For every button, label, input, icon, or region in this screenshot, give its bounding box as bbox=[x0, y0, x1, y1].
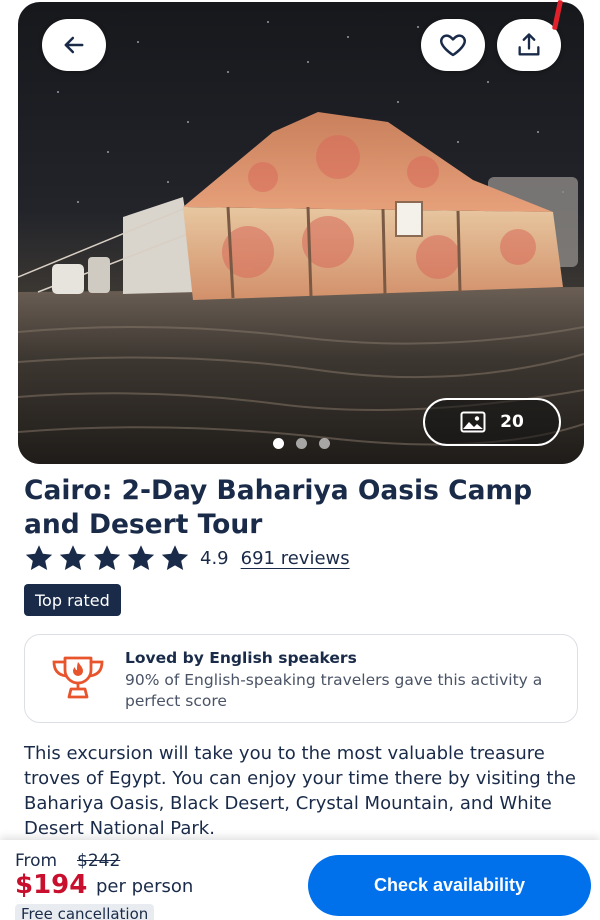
photo-count-label: 20 bbox=[500, 412, 524, 432]
price-unit: per person bbox=[96, 876, 194, 897]
desert-camp-photo bbox=[18, 21, 584, 464]
heart-icon bbox=[440, 34, 466, 57]
carousel-dot[interactable] bbox=[318, 438, 330, 449]
free-cancellation-badge: Free cancellation bbox=[15, 904, 155, 920]
activity-description: This excursion will take you to the most… bbox=[24, 743, 576, 839]
original-price: $242 bbox=[77, 851, 121, 871]
reviews-link[interactable]: 691 reviews bbox=[241, 548, 350, 569]
activity-title: Cairo: 2-Day Bahariya Oasis Camp and Des… bbox=[24, 475, 533, 540]
carousel-dot[interactable] bbox=[295, 438, 307, 449]
top-rated-badge: Top rated bbox=[24, 584, 121, 616]
rating-summary: 4.9 691 reviews bbox=[24, 543, 350, 573]
star-icon bbox=[161, 545, 189, 571]
loved-by-card: Loved by English speakers 90% of English… bbox=[24, 634, 578, 723]
from-label: From bbox=[15, 851, 58, 871]
star-rating bbox=[24, 544, 190, 572]
star-icon bbox=[93, 545, 121, 571]
activity-detail-page: 20 Cairo: 2-Day Bahariya Oasis Camp and … bbox=[0, 0, 600, 920]
hero-photo[interactable]: 20 bbox=[18, 2, 584, 464]
image-icon bbox=[460, 411, 486, 433]
trophy-icon bbox=[52, 656, 104, 699]
carousel-dots bbox=[18, 438, 584, 449]
carousel-dot[interactable] bbox=[272, 438, 284, 449]
check-availability-button[interactable]: Check availability bbox=[308, 855, 591, 916]
back-button[interactable] bbox=[42, 19, 106, 71]
rating-value: 4.9 bbox=[200, 547, 229, 569]
booking-bar: From $242 $194 per person Free cancellat… bbox=[0, 840, 600, 920]
star-icon bbox=[127, 545, 155, 571]
favorite-button[interactable] bbox=[421, 19, 485, 71]
star-icon bbox=[59, 545, 87, 571]
arrow-left-icon bbox=[64, 36, 84, 54]
share-icon bbox=[518, 33, 540, 56]
loved-title: Loved by English speakers bbox=[125, 649, 357, 667]
star-icon bbox=[25, 545, 53, 571]
current-price: $194 bbox=[15, 870, 88, 900]
loved-description: 90% of English-speaking travelers gave t… bbox=[125, 671, 543, 710]
